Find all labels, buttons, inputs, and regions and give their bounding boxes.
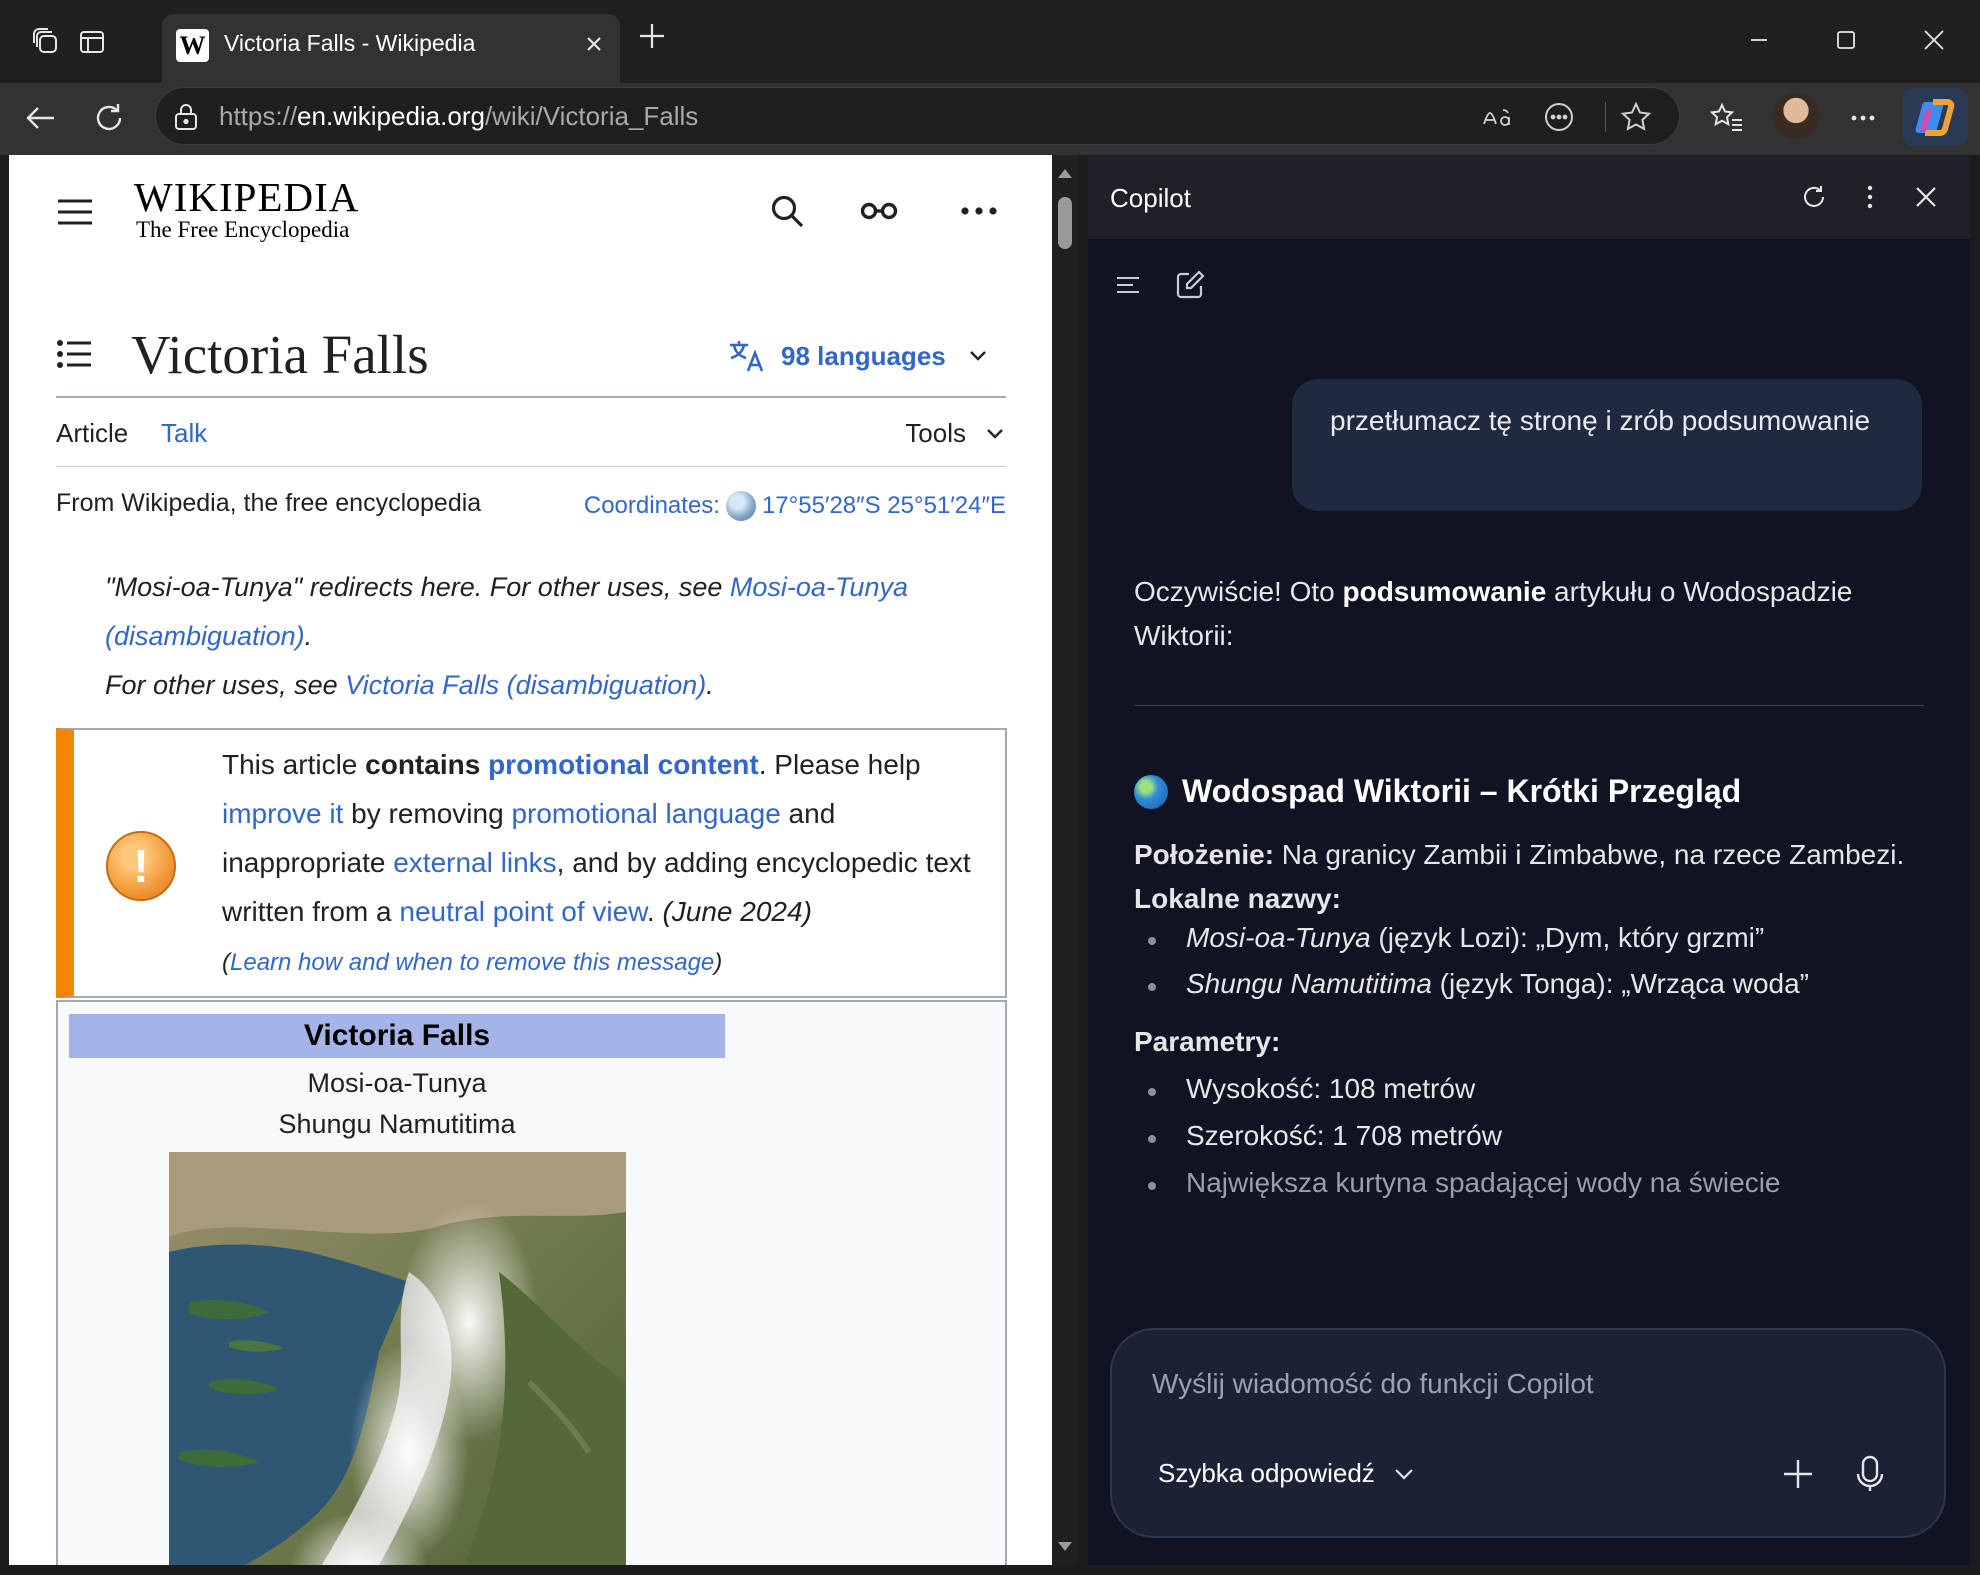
back-icon[interactable]: [16, 93, 66, 143]
page-scrollbar[interactable]: [1052, 155, 1078, 1565]
notice-link[interactable]: neutral point of view: [399, 896, 647, 927]
coordinates[interactable]: Coordinates: 17°55′28″S 25°51′24″E: [584, 491, 1006, 521]
list-item: Największa kurtyna spadającej wody na św…: [1148, 1167, 1781, 1198]
url-text[interactable]: https://en.wikipedia.org/wiki/Victoria_F…: [219, 101, 698, 132]
profile-avatar[interactable]: [1773, 93, 1819, 139]
hatnote: "Mosi-oa-Tunya" redirects here. For othe…: [105, 572, 908, 700]
coordinates-link[interactable]: 17°55′28″S 25°51′24″E: [762, 492, 1006, 520]
assistant-intro: Oczywiście! Oto podsumowanie artykułu o …: [1134, 576, 1853, 651]
hatnote-link[interactable]: Victoria Falls (disambiguation): [345, 670, 706, 700]
site-subtitle: From Wikipedia, the free encyclopedia: [56, 489, 482, 517]
history-menu-icon[interactable]: [1106, 263, 1150, 307]
notice-link[interactable]: external links: [393, 847, 556, 878]
response-mode-label: Szybka odpowiedź: [1158, 1458, 1375, 1488]
infobox-native-name: Mosi-oa-Tunya: [307, 1068, 487, 1098]
refresh-icon[interactable]: [84, 93, 134, 143]
response-mode-dropdown[interactable]: Szybka odpowiedź: [1158, 1458, 1415, 1489]
translate-icon: [730, 341, 764, 372]
copilot-header: Copilot: [1088, 155, 1970, 239]
globe-emoji-icon: [1134, 774, 1168, 809]
web-page: WIKIPEDIA The Free Encyclopedia Victoria…: [9, 155, 1052, 1565]
infobox-native-name: Shungu Namutitima: [278, 1109, 516, 1139]
notice-link[interactable]: promotional language: [511, 798, 780, 829]
favorites-list-icon[interactable]: [1702, 93, 1752, 143]
infobox-title: Victoria Falls: [69, 1014, 725, 1058]
scroll-down-icon[interactable]: [1058, 1542, 1072, 1551]
more-options-icon[interactable]: [957, 189, 1001, 233]
warning-icon: !: [106, 831, 176, 901]
globe-icon[interactable]: [725, 491, 756, 521]
scrollbar-thumb[interactable]: [1058, 197, 1072, 249]
copilot-icon[interactable]: [1902, 88, 1968, 146]
translate-icon[interactable]: [1481, 100, 1515, 134]
language-button[interactable]: 98 languages: [727, 339, 990, 373]
tools-label: Tools: [905, 418, 966, 448]
logo-tagline: The Free Encyclopedia: [136, 217, 350, 242]
workspaces-icon[interactable]: [24, 20, 68, 64]
browser-tab[interactable]: W Victoria Falls - Wikipedia: [162, 14, 620, 83]
favorite-star-icon[interactable]: [1619, 100, 1653, 134]
address-bar[interactable]: https://en.wikipedia.org/wiki/Victoria_F…: [155, 87, 1680, 145]
search-icon[interactable]: [765, 189, 809, 233]
chevron-down-icon: [1395, 1468, 1413, 1480]
languages-label: 98 languages: [781, 340, 946, 371]
close-window-icon[interactable]: [1906, 18, 1962, 62]
chevron-down-icon: [969, 351, 986, 361]
settings-more-icon[interactable]: [1838, 93, 1888, 143]
list-item: Szerokość: 1 708 metrów: [1148, 1120, 1502, 1151]
chevron-down-icon: [987, 428, 1003, 439]
vertical-tabs-icon[interactable]: [70, 20, 114, 64]
divider: [56, 466, 1006, 467]
minimize-icon[interactable]: [1731, 18, 1787, 62]
new-chat-icon[interactable]: [1168, 263, 1212, 307]
summary-heading: Wodospad Wiktorii – Krótki Przegląd: [1134, 773, 1741, 810]
appearance-glasses-icon[interactable]: [857, 189, 901, 233]
location-paragraph: Położenie: Na granicy Zambii i Zimbabwe,…: [1134, 839, 1905, 914]
message-composer[interactable]: Wyślij wiadomość do funkcji Copilot Szyb…: [1110, 1328, 1946, 1538]
refresh-icon[interactable]: [1792, 175, 1836, 219]
scroll-up-icon[interactable]: [1058, 169, 1072, 178]
close-icon[interactable]: [1904, 175, 1948, 219]
main-menu-icon[interactable]: [56, 197, 94, 232]
tab-title: Victoria Falls - Wikipedia: [224, 30, 476, 56]
new-tab-icon[interactable]: [636, 20, 668, 57]
tab-talk[interactable]: Talk: [161, 418, 207, 449]
wikipedia-logo[interactable]: WIKIPEDIA The Free Encyclopedia: [134, 173, 359, 243]
copilot-title: Copilot: [1110, 183, 1191, 213]
waterfall-photo[interactable]: [169, 1152, 626, 1565]
list-item: Mosi-oa-Tunya (język Lozi): „Dym, który …: [1147, 922, 1765, 953]
scroll-fade: [1088, 1275, 1970, 1335]
tools-menu[interactable]: Tools: [905, 418, 1006, 449]
coordinates-label: Coordinates:: [583, 492, 720, 519]
page-title: Victoria Falls: [131, 324, 429, 385]
tab-article[interactable]: Article: [56, 418, 128, 449]
list-item: Wysokość: 108 metrów: [1147, 1073, 1476, 1104]
notice-text: This article contains promotional conten…: [222, 749, 971, 976]
more-vertical-icon[interactable]: [1848, 175, 1892, 219]
divider: [56, 396, 1006, 398]
copilot-sidebar: Copilot przetłumacz tę stronę i zrób pod…: [1088, 155, 1970, 1565]
message-input[interactable]: Wyślij wiadomość do funkcji Copilot: [1152, 1368, 1594, 1400]
microphone-icon[interactable]: [1844, 1448, 1896, 1500]
list-item: Shungu Namutitima (język Tonga): „Wrząca…: [1147, 968, 1810, 999]
notice-link[interactable]: promotional content: [488, 749, 759, 780]
close-tab-icon[interactable]: [580, 30, 608, 63]
lock-icon[interactable]: [172, 102, 200, 137]
notice-link[interactable]: improve it: [222, 798, 343, 829]
divider: [1134, 705, 1924, 706]
maintenance-notice: ! This article contains promotional cont…: [56, 728, 1007, 998]
logo-wordmark: WIKIPEDIA: [134, 174, 360, 220]
title-bar: W Victoria Falls - Wikipedia: [0, 0, 1980, 83]
params-heading: Parametry:: [1134, 1026, 1281, 1057]
add-attachment-icon[interactable]: [1772, 1448, 1824, 1500]
user-message: przetłumacz tę stronę i zrób podsumowani…: [1292, 379, 1922, 511]
address-toolbar: https://en.wikipedia.org/wiki/Victoria_F…: [0, 83, 1980, 155]
table-of-contents-icon[interactable]: [56, 338, 92, 375]
wikipedia-favicon-icon: W: [176, 29, 209, 62]
learn-more-link[interactable]: Learn how and when to remove this messag…: [230, 949, 714, 976]
maximize-icon[interactable]: [1818, 18, 1874, 62]
more-actions-circle-icon[interactable]: [1542, 100, 1576, 134]
infobox: Victoria Falls Mosi-oa-Tunya Shungu Namu…: [56, 1000, 1007, 1565]
divider: [1605, 102, 1606, 132]
